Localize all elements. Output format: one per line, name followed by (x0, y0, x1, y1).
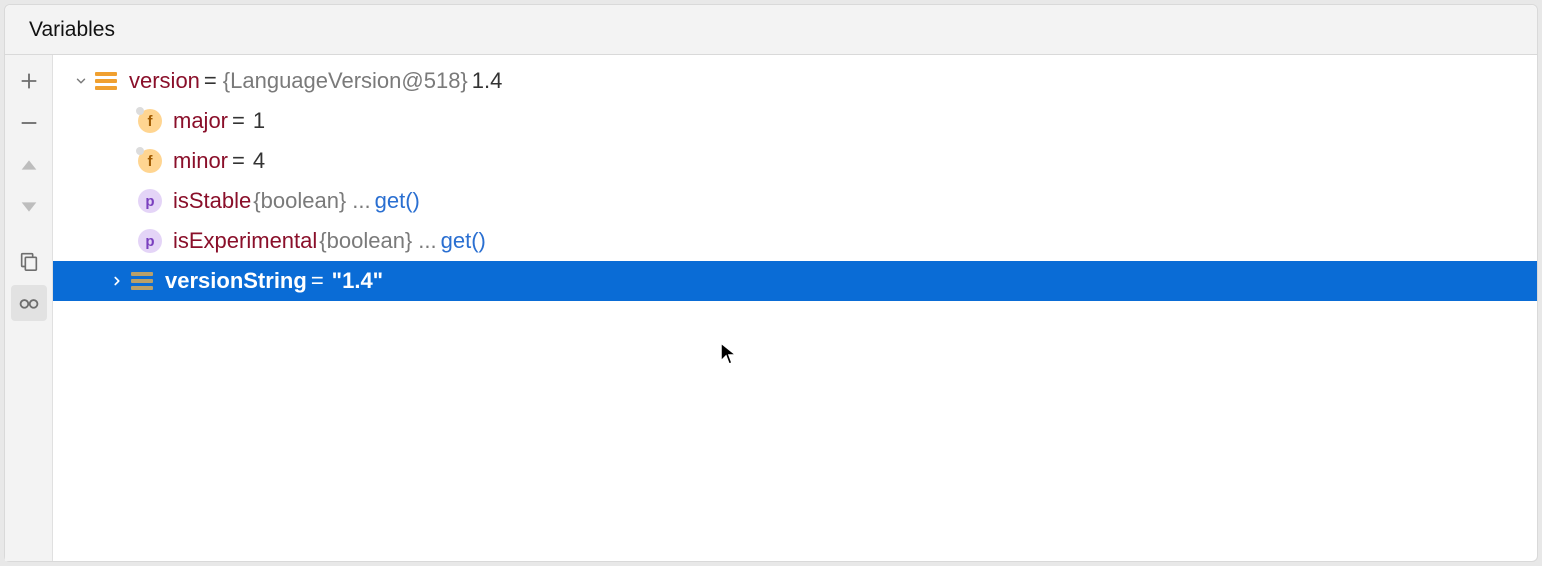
type-info: {boolean} (319, 228, 412, 254)
get-link[interactable]: get() (375, 188, 420, 214)
equals: = (232, 148, 245, 174)
tree-row[interactable]: f major = 1 (53, 101, 1537, 141)
triangle-down-icon (18, 196, 40, 218)
variables-panel: Variables (4, 4, 1538, 562)
field-icon: f (137, 148, 163, 174)
show-watches-button[interactable] (11, 285, 47, 321)
object-icon (93, 68, 119, 94)
tree-row[interactable]: p isExperimental {boolean} ... get() (53, 221, 1537, 261)
panel-title: Variables (5, 5, 1537, 55)
field-icon: f (137, 108, 163, 134)
var-name: versionString (165, 268, 307, 294)
duplicate-icon (18, 250, 40, 272)
var-value: 4 (253, 148, 265, 174)
toolbar (5, 55, 53, 561)
tree-row[interactable]: p isStable {boolean} ... get() (53, 181, 1537, 221)
tree-row-selected[interactable]: versionString = "1.4" (53, 261, 1537, 301)
chevron-right-icon[interactable] (105, 268, 129, 294)
add-watch-button[interactable] (11, 63, 47, 99)
property-icon: p (137, 228, 163, 254)
var-value: 1 (253, 108, 265, 134)
triangle-up-icon (18, 154, 40, 176)
lazy-dots: ... (418, 228, 436, 254)
move-down-button[interactable] (11, 189, 47, 225)
tree-row[interactable]: f minor = 4 (53, 141, 1537, 181)
var-value: "1.4" (332, 268, 383, 294)
move-up-button[interactable] (11, 147, 47, 183)
var-name: major (173, 108, 228, 134)
lazy-dots: ... (352, 188, 370, 214)
remove-watch-button[interactable] (11, 105, 47, 141)
var-name: isStable (173, 188, 251, 214)
var-name: version (129, 68, 200, 94)
chevron-down-icon[interactable] (69, 68, 93, 94)
variables-tree[interactable]: version = {LanguageVersion@518} 1.4 f ma… (53, 55, 1537, 561)
equals: = (311, 268, 324, 294)
minus-icon (18, 112, 40, 134)
object-icon (129, 268, 155, 294)
duplicate-button[interactable] (11, 243, 47, 279)
var-name: minor (173, 148, 228, 174)
cursor-icon (719, 341, 739, 367)
plus-icon (18, 70, 40, 92)
type-info: {LanguageVersion@518} (223, 68, 468, 94)
equals: = (232, 108, 245, 134)
property-icon: p (137, 188, 163, 214)
var-value: 1.4 (472, 68, 503, 94)
var-name: isExperimental (173, 228, 317, 254)
tree-row-root[interactable]: version = {LanguageVersion@518} 1.4 (53, 61, 1537, 101)
equals: = (204, 68, 217, 94)
type-info: {boolean} (253, 188, 346, 214)
panel-body: version = {LanguageVersion@518} 1.4 f ma… (5, 55, 1537, 561)
glasses-icon (18, 292, 40, 314)
get-link[interactable]: get() (441, 228, 486, 254)
